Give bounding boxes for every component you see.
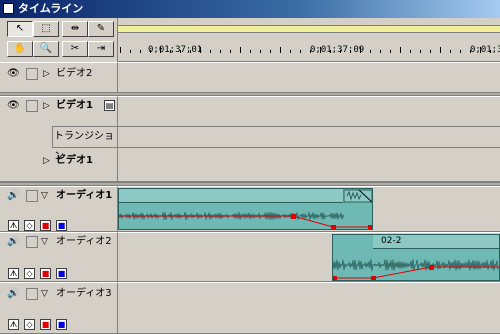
time-ruler[interactable]: 0;01;37;01 0;01;37;09 0;01;37;17 <box>118 18 500 62</box>
ruler-tick <box>370 50 371 53</box>
lock-box[interactable] <box>26 190 38 202</box>
ruler-tick <box>210 50 211 53</box>
collapse-triangle-icon[interactable]: ▽ <box>41 190 48 202</box>
selection-tool-icon[interactable]: ↖ <box>7 21 33 37</box>
window-title: タイムライン <box>18 2 84 15</box>
ruler-label: 0;01;37;01 <box>148 45 203 55</box>
hand-tool-icon[interactable]: ✋ <box>7 41 33 57</box>
pan-rubberband-icon[interactable]: ■ <box>56 268 67 279</box>
ruler-tick <box>120 47 121 53</box>
ruler-tick <box>140 50 141 53</box>
speaker-icon[interactable]: 🔊 <box>7 288 21 300</box>
track-name: オーディオ2 <box>56 236 112 247</box>
track-name: オーディオ1 <box>56 190 113 201</box>
track-header-audio1[interactable]: 🔊 ▽ オーディオ1 ᗑ ◇ ■ ■ <box>0 186 118 232</box>
ruler-tick <box>270 50 271 53</box>
track-mode-icon[interactable]: ▤ <box>104 100 115 111</box>
track-lane-audio3[interactable] <box>118 282 500 334</box>
collapse-triangle-icon[interactable]: ▽ <box>41 236 48 248</box>
track-header-audio3[interactable]: 🔊 ▽ オーディオ3 ᗑ ◇ ■ ■ <box>0 282 118 334</box>
waveform <box>119 189 372 229</box>
ruler-tick <box>250 50 251 53</box>
ruler-tick <box>240 47 241 53</box>
ruler-tick <box>300 50 301 53</box>
volume-rubberband-icon[interactable]: ■ <box>40 268 51 279</box>
waveform-toggle-icon[interactable]: ᗑ <box>8 268 19 279</box>
ruler-tick <box>290 50 291 53</box>
tool-palette: ↖ ⬚ ⇹ ✎ ✋ 🔍 ✂ ⇥ <box>0 18 118 62</box>
expand-triangle-icon[interactable]: ▷ <box>43 100 50 112</box>
eye-icon[interactable]: 👁 <box>7 68 21 80</box>
razor-tool-icon[interactable]: ✂ <box>62 41 88 57</box>
lock-box[interactable] <box>26 236 38 248</box>
audio-clip[interactable] <box>118 188 373 230</box>
ruler-tick <box>430 50 431 53</box>
track-select-tool-icon[interactable]: ⇹ <box>62 21 88 37</box>
ruler-tick <box>230 50 231 53</box>
pen-tool-icon[interactable]: ✎ <box>88 21 114 37</box>
transition-lane[interactable] <box>118 126 500 148</box>
ruler-tick <box>380 50 381 53</box>
work-area-bar[interactable] <box>118 25 500 33</box>
track-name: ビデオ1 <box>56 100 93 111</box>
waveform-toggle-icon[interactable]: ᗑ <box>8 220 19 231</box>
track-header-audio2[interactable]: 🔊 ▽ オーディオ2 ᗑ ◇ ■ ■ <box>0 232 118 282</box>
keyframe-toggle-icon[interactable]: ◇ <box>24 268 35 279</box>
collapse-triangle-icon[interactable]: ▽ <box>41 288 48 300</box>
waveform <box>333 259 499 280</box>
range-select-tool-icon[interactable]: ⬚ <box>33 21 59 37</box>
ruler-label: 0;01;37;17 <box>470 45 500 55</box>
volume-rubberband-icon[interactable]: ■ <box>40 220 51 231</box>
window-icon <box>3 3 14 14</box>
in-out-tool-icon[interactable]: ⇥ <box>88 41 114 57</box>
ruler-tick <box>390 50 391 53</box>
volume-rubberband-icon[interactable]: ■ <box>40 319 51 330</box>
speaker-icon[interactable]: 🔊 <box>7 236 21 248</box>
lock-box[interactable] <box>26 68 38 80</box>
track-lane-audio1[interactable] <box>118 186 500 232</box>
ruler-tick <box>440 47 441 53</box>
track-lane-audio2[interactable]: 02-2 <box>118 232 500 282</box>
track-name: ビデオ2 <box>56 68 93 79</box>
ruler-tick <box>400 47 401 53</box>
transition-track-label: トランジション <box>52 126 118 162</box>
keyframe-toggle-icon[interactable]: ◇ <box>24 319 35 330</box>
lock-box[interactable] <box>26 288 38 300</box>
ruler-tick <box>130 50 131 53</box>
waveform-toggle-icon[interactable]: ᗑ <box>8 319 19 330</box>
lock-box[interactable] <box>26 100 38 112</box>
ruler-tick <box>280 47 281 53</box>
ruler-tick <box>420 50 421 53</box>
eye-icon[interactable]: 👁 <box>7 100 21 112</box>
zoom-tool-icon[interactable]: 🔍 <box>33 41 59 57</box>
pan-rubberband-icon[interactable]: ■ <box>56 319 67 330</box>
pan-rubberband-icon[interactable]: ■ <box>56 220 67 231</box>
track-header-video2[interactable]: 👁 ▷ ビデオ2 <box>0 62 118 94</box>
speaker-icon[interactable]: 🔊 <box>7 190 21 202</box>
expand-triangle-icon[interactable]: ▷ <box>43 68 50 80</box>
expand-triangle-icon[interactable]: ▷ <box>43 155 50 167</box>
ruler-tick <box>450 50 451 53</box>
ruler-tick <box>260 50 261 53</box>
ruler-label: 0;01;37;09 <box>310 45 365 55</box>
ruler-tick <box>220 50 221 53</box>
title-bar[interactable]: タイムライン <box>0 0 500 18</box>
keyframe-toggle-icon[interactable]: ◇ <box>24 220 35 231</box>
ruler-tick <box>460 50 461 53</box>
track-lane-video2[interactable] <box>118 62 500 94</box>
audio-clip[interactable]: 02-2 <box>332 234 500 281</box>
ruler-tick <box>410 50 411 53</box>
track-name: オーディオ3 <box>56 288 112 299</box>
